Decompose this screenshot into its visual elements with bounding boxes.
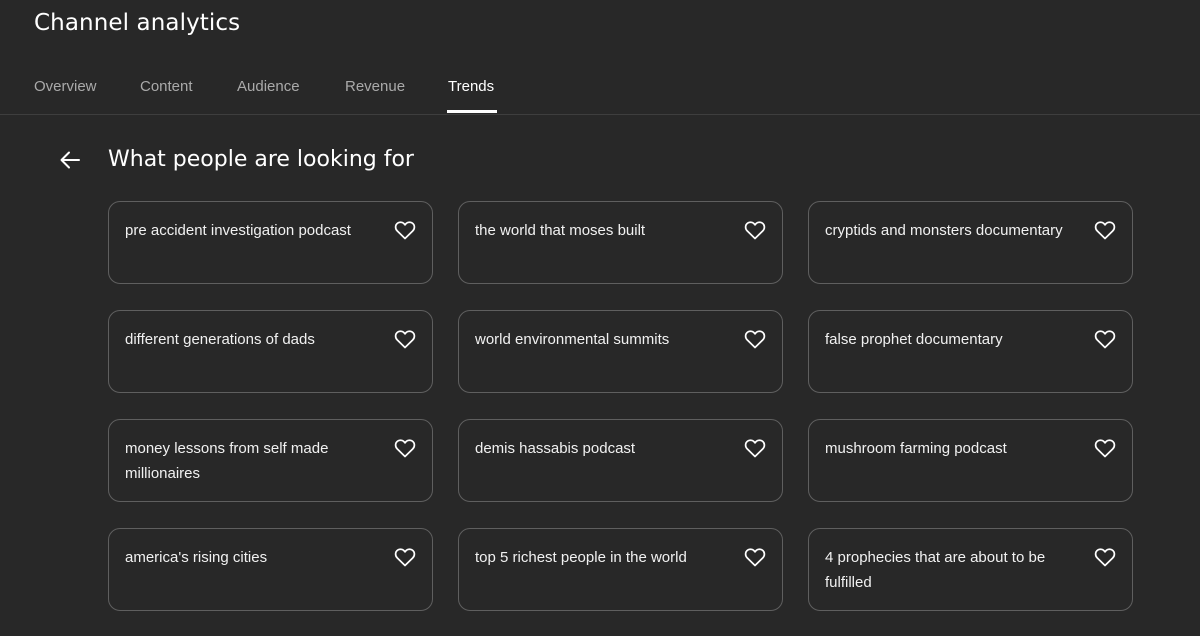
topic-label: false prophet documentary [825, 331, 1003, 348]
topic-card[interactable]: pre accident investigation podcast [108, 201, 433, 284]
topic-card[interactable]: money lessons from self made millionaire… [108, 419, 433, 502]
topic-card[interactable]: demis hassabis podcast [458, 419, 783, 502]
heart-icon[interactable] [393, 218, 417, 242]
heart-icon[interactable] [743, 327, 767, 351]
topic-label: pre accident investigation podcast [125, 222, 351, 239]
topic-card[interactable]: cryptids and monsters documentary [808, 201, 1133, 284]
topic-label: 4 prophecies that are about to be fulfil… [825, 549, 1046, 591]
heart-icon[interactable] [393, 545, 417, 569]
topic-label: world environmental summits [475, 331, 670, 348]
section-title: What people are looking for [108, 147, 414, 172]
topic-label: top 5 richest people in the world [475, 549, 687, 566]
topic-card[interactable]: the world that moses built [458, 201, 783, 284]
active-tab-indicator [447, 110, 497, 113]
heart-icon[interactable] [1093, 327, 1117, 351]
topic-card[interactable]: world environmental summits [458, 310, 783, 393]
topic-card[interactable]: top 5 richest people in the world [458, 528, 783, 611]
arrow-back-icon [60, 151, 80, 169]
heart-icon[interactable] [1093, 436, 1117, 460]
heart-icon[interactable] [393, 327, 417, 351]
tab-overview[interactable]: Overview [34, 77, 97, 97]
back-button[interactable] [56, 146, 84, 174]
topic-card[interactable]: america's rising cities [108, 528, 433, 611]
topic-label: the world that moses built [475, 222, 646, 239]
topic-label: america's rising cities [125, 549, 268, 566]
tab-revenue[interactable]: Revenue [345, 77, 405, 97]
topic-card[interactable]: mushroom farming podcast [808, 419, 1133, 502]
tab-trends[interactable]: Trends [448, 77, 494, 97]
tab-audience[interactable]: Audience [237, 77, 300, 97]
search-topics-grid: pre accident investigation podcast the w… [108, 201, 1133, 611]
page-title: Channel analytics [34, 10, 241, 36]
topic-label: cryptids and monsters documentary [825, 222, 1063, 239]
topic-label: different generations of dads [125, 331, 315, 348]
heart-icon[interactable] [743, 218, 767, 242]
tab-bar: Overview Content Audience Revenue Trends [0, 62, 1200, 115]
heart-icon[interactable] [1093, 218, 1117, 242]
heart-icon[interactable] [1093, 545, 1117, 569]
topic-label: mushroom farming podcast [825, 440, 1007, 457]
topic-label: demis hassabis podcast [475, 440, 636, 457]
topic-card[interactable]: different generations of dads [108, 310, 433, 393]
topic-card[interactable]: false prophet documentary [808, 310, 1133, 393]
heart-icon[interactable] [393, 436, 417, 460]
topic-label: money lessons from self made millionaire… [125, 440, 329, 482]
heart-icon[interactable] [743, 545, 767, 569]
tab-content[interactable]: Content [140, 77, 193, 97]
heart-icon[interactable] [743, 436, 767, 460]
topic-card[interactable]: 4 prophecies that are about to be fulfil… [808, 528, 1133, 611]
